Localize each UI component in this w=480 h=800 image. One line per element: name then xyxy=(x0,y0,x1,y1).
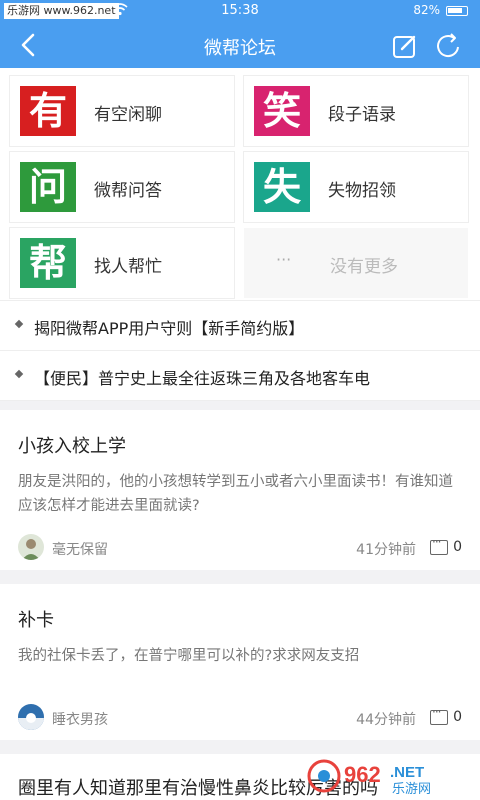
category-tile-help[interactable]: 帮 找人帮忙 xyxy=(10,228,234,298)
post-card[interactable]: 补卡 我的社保卡丢了，在普宁哪里可以补的?求求网友支招 睡衣男孩 44分钟前 0 xyxy=(0,584,480,740)
category-label: 找人帮忙 xyxy=(94,257,162,277)
comment-count: 0 xyxy=(453,539,462,555)
svg-text:.NET: .NET xyxy=(390,764,424,781)
category-grid: 有 有空闲聊 笑 段子语录 问 微帮问答 失 失物招领 帮 找人帮忙 ··· 没… xyxy=(0,68,480,300)
bullet-icon xyxy=(14,319,24,329)
status-time: 15:38 xyxy=(221,3,259,18)
compose-icon[interactable] xyxy=(392,33,418,59)
notice-text: 【便民】普宁史上最全往返珠三角及各地客车电 xyxy=(34,369,371,388)
notice-item[interactable]: 揭阳微帮APP用户守则【新手简约版】 xyxy=(0,301,480,351)
battery-icon xyxy=(446,6,468,16)
category-tile-qa[interactable]: 问 微帮问答 xyxy=(10,152,234,222)
category-label: 微帮问答 xyxy=(94,181,162,201)
post-card[interactable]: 小孩入校上学 朋友是洪阳的，他的小孩想转学到五小或者六小里面读书！有谁知道应该怎… xyxy=(0,410,480,570)
more-label: 没有更多 xyxy=(330,257,398,277)
post-body: 我的社保卡丢了，在普宁哪里可以补的?求求网友支招 xyxy=(18,648,360,664)
category-badge: 笑 xyxy=(254,86,310,136)
comment-count: 0 xyxy=(453,709,462,725)
category-tile-jokes[interactable]: 笑 段子语录 xyxy=(244,76,468,146)
post-title: 小孩入校上学 xyxy=(18,436,126,457)
nav-bar: 微帮论坛 xyxy=(0,22,480,68)
post-title: 补卡 xyxy=(18,610,54,631)
post-author[interactable]: 睡衣男孩 xyxy=(52,709,108,729)
battery-percent: 82% xyxy=(413,3,440,17)
more-dots: ··· xyxy=(276,250,292,269)
notice-list: 揭阳微帮APP用户守则【新手简约版】 【便民】普宁史上最全往返珠三角及各地客车电 xyxy=(0,300,480,401)
category-tile-more: ··· 没有更多 xyxy=(244,228,468,298)
status-bar: 乐游网 www.962.net 15:38 82% xyxy=(0,0,480,22)
svg-text:乐游网: 乐游网 xyxy=(392,782,431,796)
category-tile-lost-found[interactable]: 失 失物招领 xyxy=(244,152,468,222)
post-body: 朋友是洪阳的，他的小孩想转学到五小或者六小里面读书！有谁知道应该怎样才能进去里面… xyxy=(18,474,453,514)
category-badge: 帮 xyxy=(20,238,76,288)
notice-item[interactable]: 【便民】普宁史上最全往返珠三角及各地客车电 xyxy=(0,351,480,401)
category-badge: 问 xyxy=(20,162,76,212)
svg-text:962: 962 xyxy=(344,762,381,787)
comment-icon[interactable] xyxy=(430,705,448,725)
category-badge: 有 xyxy=(20,86,76,136)
avatar[interactable] xyxy=(18,534,44,560)
brand-logo: 962 .NET 乐游网 xyxy=(304,756,474,797)
avatar[interactable] xyxy=(18,704,44,730)
post-time: 44分钟前 xyxy=(356,712,416,728)
post-author[interactable]: 毫无保留 xyxy=(52,539,108,559)
category-label: 段子语录 xyxy=(328,105,396,125)
category-label: 失物招领 xyxy=(328,181,396,201)
category-label: 有空闲聊 xyxy=(94,105,162,125)
comment-icon[interactable] xyxy=(430,535,448,555)
notice-text: 揭阳微帮APP用户守则【新手简约版】 xyxy=(34,319,305,338)
refresh-icon[interactable] xyxy=(434,32,462,60)
category-tile-chat[interactable]: 有 有空闲聊 xyxy=(10,76,234,146)
category-badge: 失 xyxy=(254,162,310,212)
bullet-icon xyxy=(14,369,24,379)
post-time: 41分钟前 xyxy=(356,542,416,558)
